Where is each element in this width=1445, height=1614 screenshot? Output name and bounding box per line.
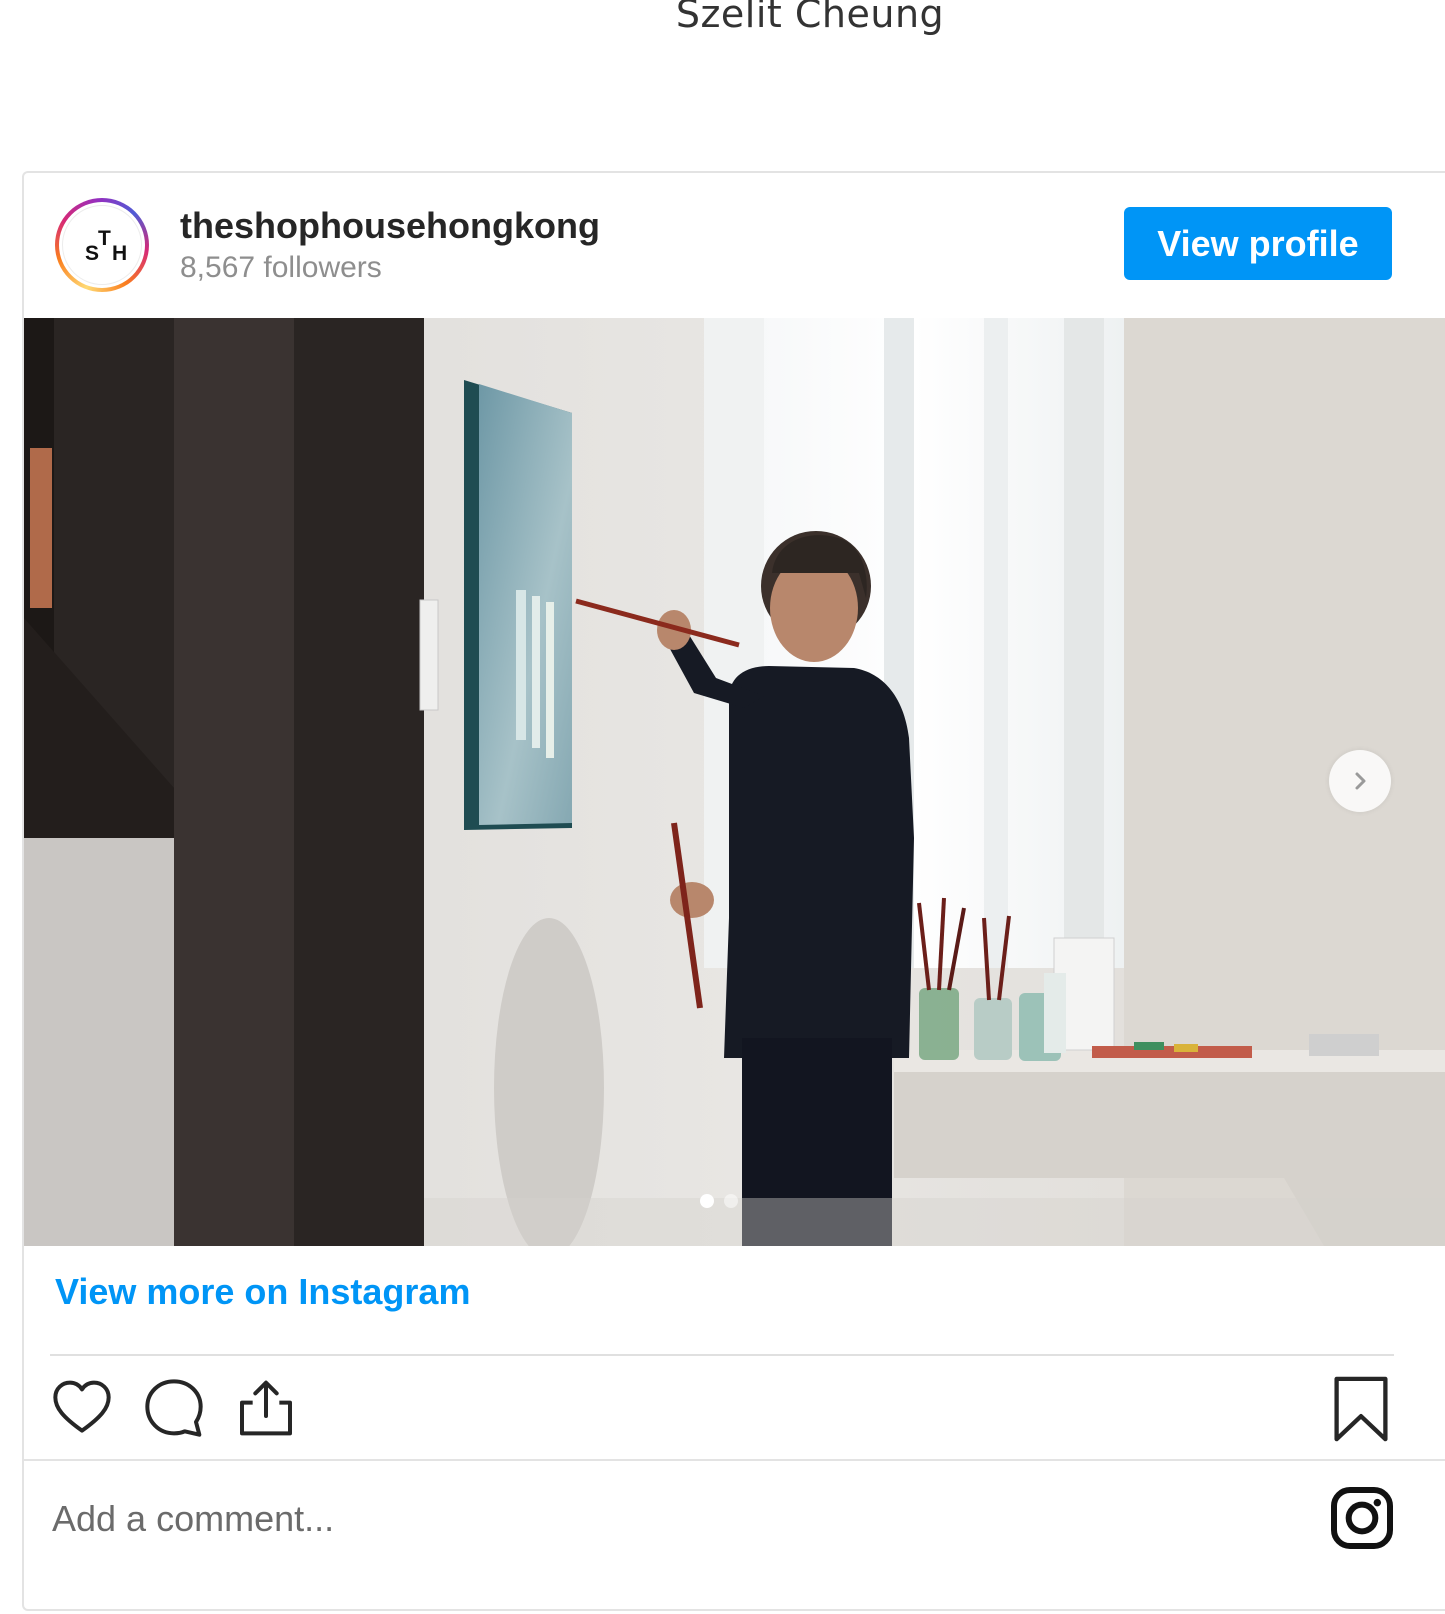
carousel-dots <box>700 1194 738 1208</box>
avatar-logo: S T H <box>62 205 142 285</box>
view-more-link[interactable]: View more on Instagram <box>55 1271 470 1313</box>
bookmark-icon <box>1334 1376 1388 1442</box>
instagram-embed: S T H theshophousehongkong 8,567 followe… <box>22 171 1445 1611</box>
instagram-logo-link[interactable] <box>1330 1486 1394 1555</box>
view-profile-button[interactable]: View profile <box>1124 207 1392 280</box>
avatar-letter: T <box>98 227 111 250</box>
heart-icon <box>53 1380 111 1433</box>
comment-input[interactable] <box>50 1483 1304 1555</box>
comment-button[interactable] <box>142 1376 206 1445</box>
action-bar <box>24 1368 1445 1458</box>
comment-icon <box>145 1379 203 1437</box>
avatar-letter: S <box>85 242 100 265</box>
carousel-next-button[interactable] <box>1329 750 1391 812</box>
embed-header: S T H theshophousehongkong 8,567 followe… <box>24 173 1445 318</box>
divider <box>50 1354 1394 1356</box>
avatar-letter: H <box>112 242 128 265</box>
page-caption: Szelit Cheung <box>675 0 945 36</box>
share-button[interactable] <box>234 1376 298 1445</box>
username-link[interactable]: theshophousehongkong <box>180 205 600 247</box>
follower-count: 8,567 followers <box>180 251 382 284</box>
like-button[interactable] <box>50 1376 114 1445</box>
chevron-right-icon <box>1355 772 1366 790</box>
carousel-dot <box>724 1194 738 1208</box>
post-photo <box>24 318 1445 1246</box>
divider <box>24 1459 1445 1461</box>
carousel-dot <box>700 1194 714 1208</box>
instagram-icon <box>1331 1487 1393 1549</box>
share-icon <box>240 1380 292 1436</box>
save-button[interactable] <box>1328 1374 1394 1449</box>
avatar[interactable]: S T H <box>55 198 149 292</box>
post-image[interactable] <box>24 318 1445 1246</box>
